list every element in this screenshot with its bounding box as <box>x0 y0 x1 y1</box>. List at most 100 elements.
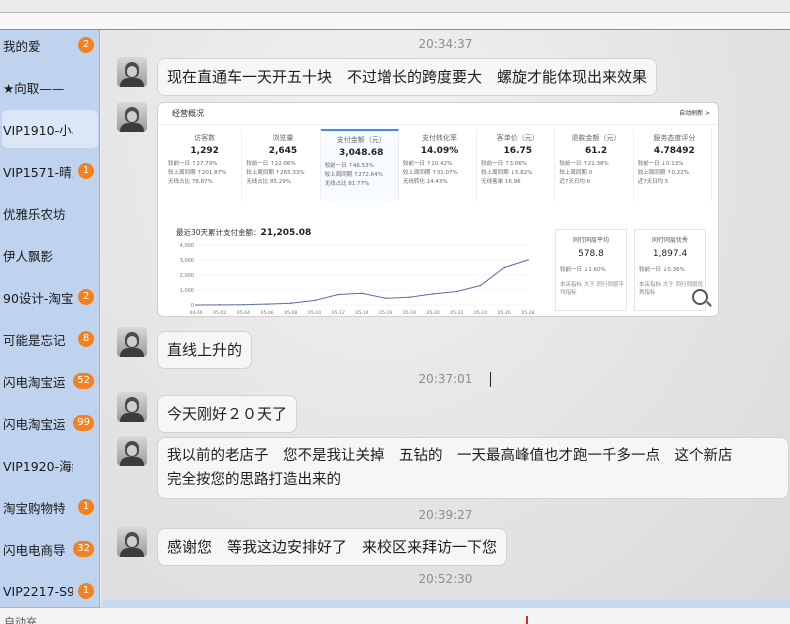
toolbar-strip <box>0 13 790 30</box>
stat-compare: 本店指标 大于 同行同层平均指标 <box>560 282 624 296</box>
metric-l3: 无线占比 85.29% <box>246 179 292 185</box>
avatar[interactable] <box>117 436 147 466</box>
data-point <box>503 266 506 269</box>
message-bubble[interactable]: 我以前的老店子 您不是我让关掉 五钻的 一天最高峰值也才跑一千多一点 这个新店 … <box>157 437 789 499</box>
metric-l2: 较上周同期 ↑201.87% <box>168 170 227 176</box>
contact-item[interactable]: VIP1571-晴; 1 <box>0 152 99 190</box>
contact-item[interactable]: 闪电电商导 32 <box>0 530 99 568</box>
contact-name: 优雅乐农坊 <box>3 206 66 222</box>
timestamp: 20:34:37 <box>418 37 473 51</box>
metric-l2: 较上周同期 0 <box>559 170 593 176</box>
x-tick-label: 05-08 <box>284 310 297 316</box>
contact-name: VIP2217-S9 <box>3 583 73 599</box>
metric-cell[interactable]: 访客数 1,292 较前一日 ↑27.79% 较上周同期 ↑201.87% 无线占比 7… <box>164 129 243 201</box>
total-label-text: 最近30天累计支付金额： <box>176 228 261 237</box>
contact-name: 闪电电商导 <box>3 542 66 558</box>
metric-l3: 近7天日均 0 <box>559 179 591 185</box>
metric-cell[interactable]: 浏览量 2,645 较前一日 ↑22.06% 较上周同期 ↑265.33% 无线占比 8… <box>242 129 321 201</box>
input-area[interactable]: 自动充 <box>0 600 790 624</box>
unread-badge: 1 <box>78 583 94 599</box>
unread-badge: 32 <box>73 541 94 557</box>
contact-item[interactable]: 90设计-淘宝 2 <box>0 278 99 316</box>
data-point <box>479 284 482 287</box>
metric-title: 支付转化率 <box>421 134 457 142</box>
x-tick-label: 05-26 <box>498 310 511 316</box>
data-point <box>408 296 411 298</box>
metric-cell[interactable]: 支付金额（元） 3,048.68 较前一日 ↑46.53% 较上周同期 ↑272.64… <box>320 129 399 201</box>
metric-l3: 近7天日均 5 <box>637 179 669 185</box>
contact-item[interactable]: 我的爱 2 <box>0 30 99 64</box>
metric-l2: 较上周同期 ↑272.64% <box>324 172 383 178</box>
message-bubble[interactable]: 感谢您 等我这边安排好了 来校区来拜访一下您 <box>157 528 508 566</box>
contact-item[interactable]: 淘宝购物特 1 <box>0 488 99 526</box>
x-tick-label: 05-04 <box>237 310 250 316</box>
input-text: 自动充 <box>4 616 37 624</box>
contact-name: VIP1571-晴; <box>3 164 73 180</box>
message-bubble[interactable]: 今天刚好２０天了 <box>157 395 298 433</box>
stat-title: 同行同层优秀 <box>651 237 688 244</box>
unread-badge: 2 <box>78 289 94 305</box>
metric-l1: 较前一日 ↑3.06% <box>481 161 527 167</box>
message-text: 感谢您 等我这边安排好了 来校区来拜访一下您 <box>167 538 498 556</box>
contact-item[interactable]: 闪电淘宝运 99 <box>0 404 99 442</box>
unread-badge: 1 <box>78 499 94 515</box>
message-bubble[interactable]: 现在直通车一天开五十块 不过增长的跨度要大 螺旋才能体现出来效果 <box>157 58 658 96</box>
metric-l1: 较前一日 ↑46.53% <box>324 163 374 169</box>
contact-item[interactable]: ★向取—— <box>0 68 99 106</box>
data-point <box>527 259 529 261</box>
metric-title: 支付金额（元） <box>336 136 386 144</box>
contact-item[interactable]: 伊人飘影 <box>0 236 99 274</box>
avatar[interactable] <box>117 392 147 422</box>
y-tick-label: 0 <box>191 303 194 309</box>
message-text: 完全按您的思路打造出来的 <box>167 472 341 488</box>
contact-name: ★向取—— <box>3 80 65 96</box>
x-tick-label: 05-22 <box>450 310 463 316</box>
x-tick-label: 05-28 <box>521 310 534 316</box>
unread-badge: 1 <box>78 163 94 179</box>
metric-cell[interactable]: 服务态度评分 4.78492 较前一日 ↓0.13% 较上周同期 ↑0.22% 近7天日… <box>634 129 712 201</box>
avatar[interactable] <box>117 102 147 132</box>
avatar[interactable] <box>117 327 147 357</box>
contact-item[interactable]: VIP1920-海绵 <box>0 446 99 484</box>
x-tick-label: 05-16 <box>379 310 392 316</box>
contact-name: VIP1920-海绵 <box>3 458 73 474</box>
metric-title: 访客数 <box>194 134 216 142</box>
metric-value: 1,292 <box>190 146 219 156</box>
data-point <box>337 293 340 296</box>
data-point <box>266 303 268 305</box>
metric-l2: 较上周同期 ↑0.22% <box>637 170 690 176</box>
avatar[interactable] <box>117 527 147 557</box>
metric-cell[interactable]: 客单价（元） 16.75 较前一日 ↑3.06% 较上周同期 ↓5.82% 无线客单 1… <box>477 129 556 201</box>
contact-item[interactable]: VIP1910-小马哥 <box>2 110 98 148</box>
unread-badge: 99 <box>73 415 94 431</box>
x-tick-label: 05-12 <box>332 310 345 316</box>
avatar[interactable] <box>117 57 147 87</box>
contact-item[interactable]: 闪电淘宝运 52 <box>0 362 99 400</box>
data-point <box>195 304 197 306</box>
metric-value: 14.09% <box>420 146 459 156</box>
x-tick-label: 05-02 <box>213 310 226 316</box>
data-point <box>313 299 316 302</box>
message-text: 我以前的老店子 您不是我让关掉 五钻的 一天最高峰值也才跑一千多一点 这个新店 <box>167 448 733 464</box>
metric-cell[interactable]: 退款金额（元） 61.2 较前一日 ↑22.38% 较上周同期 0 近7天日均 0 <box>555 129 634 201</box>
auto-refresh-link: 自动刷新 > <box>679 110 710 117</box>
card-title: 经营概况 <box>172 109 204 118</box>
metric-l1: 较前一日 ↑10.42% <box>402 161 453 167</box>
unread-badge: 8 <box>78 331 94 347</box>
image-message[interactable]: 经营概况 自动刷新 > 访客数 1,292 较前一日 ↑27.79% 较上周同期 ↑2… <box>157 102 719 317</box>
peer-average-stat: 同行同层平均 578.8 较前一日 ↓1.60% 本店指标 大于 同行同层平均指… <box>555 229 627 311</box>
contact-item[interactable]: 可能是忘记 8 <box>0 320 99 358</box>
contact-item[interactable]: VIP2217-S9 1 <box>0 572 99 607</box>
contact-list[interactable]: 我的爱 2 ★向取—— VIP1910-小马哥 VIP1571-晴; 1 优雅乐农坊伊人飘影… <box>0 30 100 607</box>
input-marker <box>526 616 528 624</box>
contact-item[interactable]: 优雅乐农坊 <box>0 194 99 232</box>
contact-name: 闪电淘宝运 <box>3 416 66 432</box>
x-tick-label: 05-06 <box>261 310 274 316</box>
text-cursor <box>490 372 491 387</box>
zoom-icon[interactable] <box>692 289 708 305</box>
data-point <box>361 292 363 295</box>
message-bubble[interactable]: 直线上升的 <box>157 331 253 369</box>
metric-cell[interactable]: 支付转化率 14.09% 较前一日 ↑10.42% 较上周同期 ↑31.07% 无线转化… <box>399 129 478 201</box>
contact-name: 伊人飘影 <box>3 248 54 264</box>
card-header: 经营概况 自动刷新 > <box>158 103 718 125</box>
